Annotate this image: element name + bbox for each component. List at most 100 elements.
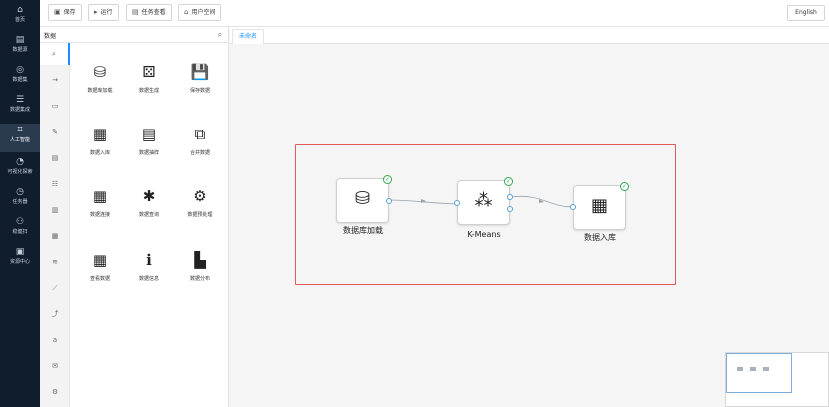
arrow-icon: → [52, 76, 58, 84]
category-pen[interactable]: ✎ [40, 121, 70, 143]
component-data-generate[interactable]: ⚄ 数据生成 [124, 61, 174, 105]
component-data-info[interactable]: ℹ 数据信息 [124, 249, 174, 293]
nav-item-dataset[interactable]: ◎ 数据集 [0, 64, 40, 92]
component-data-preprocess[interactable]: ⚙ 数据预处理 [175, 185, 225, 229]
nav-label: 可视化探索 [7, 169, 33, 175]
category-search[interactable]: ⌕ [40, 43, 70, 65]
component-label: 数据生成 [138, 88, 159, 94]
workflow-canvas[interactable]: 未命名 ⛁ ✓ 数据库加载 ⁂ ✓ K-Means ▦ ✓ 数据入库 [230, 27, 829, 407]
nav-label: 稳健扫 [12, 229, 28, 235]
distribution-icon: ▙ [194, 251, 206, 269]
run-label: 运行 [100, 9, 113, 16]
component-label: 数据预处理 [187, 212, 213, 218]
nav-label: 任务器 [12, 199, 28, 205]
category-stack[interactable]: ≋ [40, 251, 70, 273]
minimap-viewport[interactable] [726, 353, 792, 393]
category-table[interactable]: ▭ [40, 95, 70, 117]
task-icon: ◷ [16, 187, 24, 197]
merge-icon: ⧉ [194, 125, 206, 143]
category-bar-chart[interactable]: ▥ [40, 199, 70, 221]
task-view-icon: ▤ [132, 8, 139, 16]
output-port[interactable] [507, 194, 513, 200]
component-label: 数据分布 [189, 276, 210, 282]
output-port[interactable] [386, 198, 392, 204]
kmeans-icon: ⁂ [474, 190, 493, 211]
category-column: ⌕ → ▭ ✎ ▤ ☷ ▥ ▦ ≋ ⟋ ⤴ a ✉ ⚙ [40, 43, 70, 407]
component-data-import[interactable]: ▦ 数据入库 [75, 123, 125, 167]
category-arrow[interactable]: → [40, 69, 70, 91]
minimap[interactable] [725, 352, 829, 407]
visualization-icon: ◔ [16, 157, 24, 167]
task-view-label: 任务查看 [141, 9, 166, 16]
join-icon: ▦ [92, 187, 108, 205]
network-icon: ⚇ [15, 217, 25, 227]
search-icon[interactable]: ⌕ [215, 29, 225, 41]
component-data-distribution[interactable]: ▙ 数据分布 [175, 249, 225, 293]
text-icon: a [52, 336, 58, 344]
component-label: 数据查询 [138, 212, 159, 218]
component-data-query[interactable]: ✱ 数据查询 [124, 185, 174, 229]
minimap-node [750, 367, 756, 371]
save-label: 保存 [63, 9, 76, 16]
floppy-icon: 💾 [190, 63, 210, 81]
component-database-load[interactable]: ⛁ 数据库加载 [75, 61, 125, 105]
node-data-import[interactable]: ▦ ✓ [570, 182, 629, 230]
database-load-icon: ⛁ [93, 63, 107, 81]
table-import-icon: ▦ [92, 125, 108, 143]
component-view-data[interactable]: ▦ 查看数据 [75, 249, 125, 293]
nav-label: 数据集 [12, 77, 28, 83]
node-kmeans[interactable]: ⁂ ✓ [454, 177, 513, 225]
task-view-button[interactable]: ▤ 任务查看 [126, 4, 172, 21]
card-icon: ▤ [51, 154, 59, 162]
success-check-icon: ✓ [504, 177, 513, 186]
top-toolbar: ▣ 保存 ▸ 运行 ▤ 任务查看 ⌂ 用户空间 English [40, 0, 829, 27]
category-column-chart[interactable]: ▦ [40, 225, 70, 247]
nav-item-task[interactable]: ◷ 任务器 [0, 186, 40, 214]
ai-icon: ⌗ [17, 125, 23, 135]
output-port[interactable] [507, 206, 513, 212]
pen-icon: ✎ [52, 128, 58, 136]
save-button[interactable]: ▣ 保存 [48, 4, 82, 21]
database-icon: ▤ [15, 35, 25, 45]
nav-item-network[interactable]: ⚇ 稳健扫 [0, 216, 40, 244]
category-settings[interactable]: ⚙ [40, 381, 70, 403]
settings-icon: ⚙ [51, 388, 59, 396]
category-trend[interactable]: ⤴ [40, 303, 70, 325]
nav-item-integration[interactable]: ☰ 数据集成 [0, 94, 40, 122]
nav-item-visualization[interactable]: ◔ 可视化探索 [0, 156, 40, 184]
category-chat[interactable]: ✉ [40, 355, 70, 377]
component-data-join[interactable]: ▦ 数据连接 [75, 185, 125, 229]
query-icon: ✱ [142, 187, 156, 205]
home-icon: ⌂ [17, 5, 23, 15]
category-text[interactable]: a [40, 329, 70, 351]
component-merge-data[interactable]: ⧉ 合并数据 [175, 123, 225, 167]
category-list[interactable]: ☷ [40, 173, 70, 195]
node-database-load[interactable]: ⛁ ✓ [336, 175, 392, 223]
dataset-icon: ◎ [16, 65, 24, 75]
category-card[interactable]: ▤ [40, 147, 70, 169]
home-icon: ⌂ [184, 8, 189, 16]
nav-item-home[interactable]: ⌂ 首页 [0, 4, 40, 32]
component-data-sample[interactable]: ▤ 数据抽样 [124, 123, 174, 167]
nav-item-datasource[interactable]: ▤ 数据源 [0, 34, 40, 62]
save-icon: ▣ [54, 8, 61, 16]
nav-item-ai[interactable]: ⌗ 人工智能 [0, 124, 40, 152]
component-label: 数据连接 [89, 212, 110, 218]
run-button[interactable]: ▸ 运行 [88, 4, 119, 21]
trend-icon: ⤴ [51, 310, 59, 318]
node-label-database-load: 数据库加载 [343, 226, 383, 235]
user-space-button[interactable]: ⌂ 用户空间 [178, 4, 222, 21]
nav-label: 人工智能 [9, 137, 30, 143]
input-port[interactable] [454, 200, 460, 206]
category-line-chart[interactable]: ⟋ [40, 277, 70, 299]
search-icon: ⌕ [52, 50, 56, 58]
view-table-icon: ▦ [92, 251, 108, 269]
minimap-node [737, 367, 743, 371]
component-save-data[interactable]: 💾 保存数据 [175, 61, 225, 105]
language-button[interactable]: English [787, 5, 825, 21]
input-port[interactable] [570, 204, 576, 210]
search-input[interactable] [44, 29, 210, 41]
line-chart-icon: ⟋ [52, 284, 58, 292]
table-icon: ▭ [51, 102, 59, 110]
nav-item-resource[interactable]: ▣ 资源中心 [0, 246, 40, 274]
